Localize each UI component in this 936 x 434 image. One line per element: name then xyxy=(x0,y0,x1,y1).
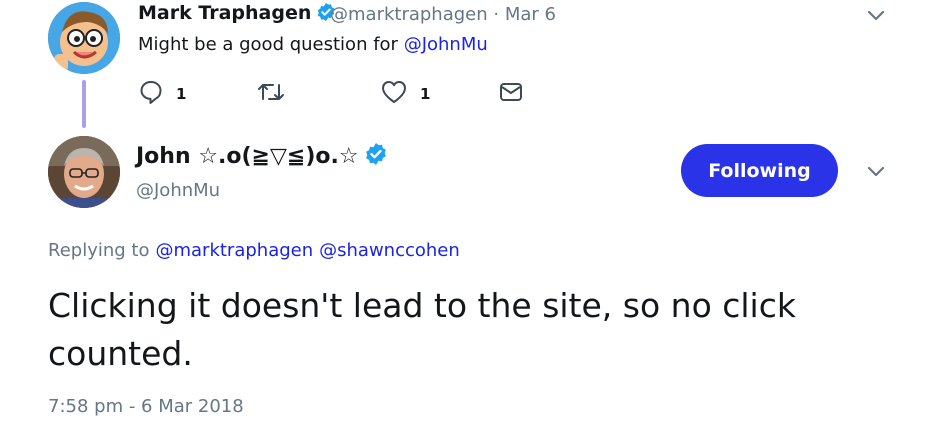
date-separator: · xyxy=(493,4,500,25)
like-icon xyxy=(380,79,408,109)
parent-text-prefix: Might be a good question for xyxy=(138,34,404,55)
reply-count: 1 xyxy=(176,85,187,103)
parent-tweet[interactable]: Mark Traphagen @marktraphagen · Mar 6 Mi… xyxy=(0,0,936,128)
chevron-down-icon[interactable] xyxy=(864,4,888,28)
replying-mention-link[interactable]: @shawnccohen xyxy=(319,240,460,261)
message-icon xyxy=(498,79,524,109)
parent-author-name-text[interactable]: Mark Traphagen xyxy=(138,2,311,24)
parent-author-name[interactable]: Mark Traphagen xyxy=(138,2,336,27)
parent-mention-link[interactable]: @JohnMu xyxy=(404,34,488,55)
parent-handle-and-date: @marktraphagen · Mar 6 xyxy=(330,4,556,25)
main-author-handle[interactable]: @JohnMu xyxy=(136,180,220,201)
replying-prefix: Replying to xyxy=(48,240,150,261)
retweet-icon xyxy=(256,79,286,109)
tweet-timestamp[interactable]: 7:58 pm - 6 Mar 2018 xyxy=(48,396,244,417)
main-tweet-text: Clicking it doesn't lead to the site, so… xyxy=(48,286,796,373)
thread-connector-line xyxy=(82,80,86,128)
direct-message-button[interactable] xyxy=(498,80,524,108)
parent-date[interactable]: Mar 6 xyxy=(505,4,556,25)
retweet-button[interactable] xyxy=(256,80,286,108)
parent-author-handle[interactable]: @marktraphagen xyxy=(330,4,488,25)
like-button[interactable]: 1 xyxy=(380,80,430,108)
like-count: 1 xyxy=(420,85,431,103)
parent-tweet-text: Might be a good question for @JohnMu xyxy=(138,34,488,55)
verified-badge-icon xyxy=(364,142,388,172)
avatar-john-mueller[interactable] xyxy=(48,136,120,208)
following-button[interactable]: Following xyxy=(681,144,838,197)
replying-to-line: Replying to @marktraphagen @shawnccohen xyxy=(48,240,460,261)
replying-mention-link[interactable]: @marktraphagen xyxy=(155,240,313,261)
main-author-name[interactable]: John ☆.o(≧▽≦)o.☆ xyxy=(136,142,388,172)
main-author-name-text[interactable]: John ☆.o(≧▽≦)o.☆ xyxy=(136,144,359,169)
avatar-mark-traphagen[interactable] xyxy=(48,2,120,74)
reply-button[interactable]: 1 xyxy=(138,80,186,108)
reply-icon xyxy=(138,79,164,109)
tweet-thread-view: Mark Traphagen @marktraphagen · Mar 6 Mi… xyxy=(0,0,936,434)
chevron-down-icon[interactable] xyxy=(864,160,888,184)
